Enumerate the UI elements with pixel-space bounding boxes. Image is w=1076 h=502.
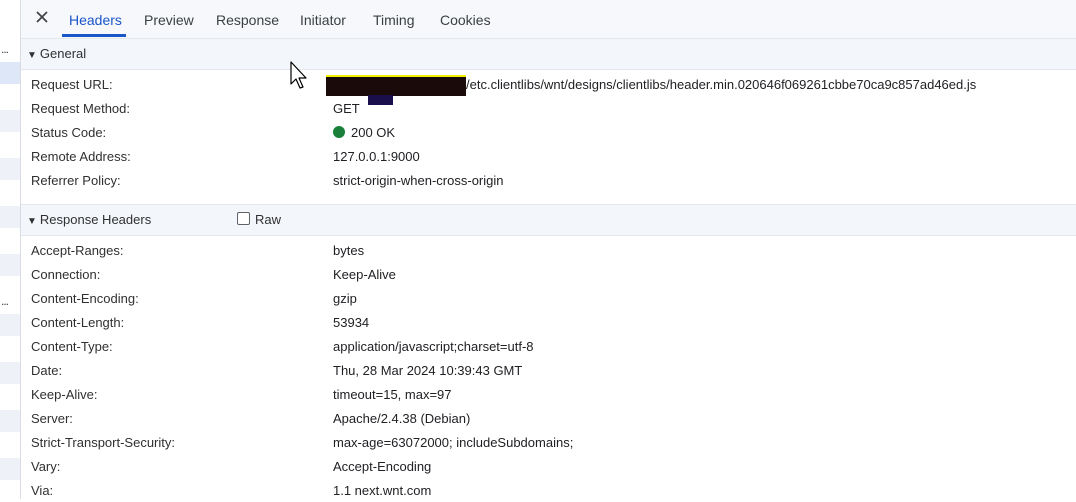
header-key: Date: <box>31 363 63 378</box>
mouse-cursor-icon <box>289 61 311 94</box>
general-row: Remote Address: 127.0.0.1:9000 <box>31 144 1076 168</box>
redaction-mark <box>368 95 393 105</box>
list-item[interactable] <box>0 386 20 408</box>
tab-initiator[interactable]: Initiator <box>300 12 346 28</box>
header-key: Content-Type: <box>31 339 113 354</box>
remote-address-key: Remote Address: <box>31 149 131 164</box>
tab-preview[interactable]: Preview <box>144 12 194 28</box>
list-item[interactable] <box>0 434 20 456</box>
general-section-title: ▼ General <box>27 46 86 61</box>
tab-timing[interactable]: Timing <box>373 12 415 28</box>
response-headers-section-title: ▼ Response Headers <box>27 212 151 227</box>
list-item[interactable] <box>0 86 20 108</box>
list-item[interactable] <box>0 182 20 204</box>
list-item[interactable] <box>0 314 20 336</box>
list-item[interactable] <box>0 158 20 180</box>
list-item[interactable] <box>0 0 20 22</box>
response-header-row: Via: 1.1 next.wnt.com <box>31 478 1076 502</box>
general-row: Status Code: 200 OK <box>31 120 1076 144</box>
list-item[interactable] <box>0 458 20 480</box>
header-key: Content-Length: <box>31 315 125 330</box>
remote-address-value: 127.0.0.1:9000 <box>333 149 420 164</box>
header-key: Keep-Alive: <box>31 387 98 402</box>
request-list-strip[interactable]: ... ... <box>0 0 21 499</box>
redaction-mark <box>326 75 466 96</box>
triangle-down-icon: ▼ <box>27 216 37 227</box>
response-header-row: Content-Encoding: gzip <box>31 286 1076 310</box>
header-value: Keep-Alive <box>333 267 396 282</box>
header-key: Server: <box>31 411 73 426</box>
response-header-row: Content-Length: 53934 <box>31 310 1076 334</box>
general-row: Request Method: GET <box>31 96 1076 120</box>
header-value: timeout=15, max=97 <box>333 387 452 402</box>
response-header-row: Date: Thu, 28 Mar 2024 10:39:43 GMT <box>31 358 1076 382</box>
header-value: 53934 <box>333 315 370 330</box>
tab-response[interactable]: Response <box>216 12 279 28</box>
header-value: application/javascript;charset=utf-8 <box>333 339 534 354</box>
list-item[interactable] <box>0 254 20 276</box>
list-item[interactable] <box>0 134 20 156</box>
header-value: Accept-Encoding <box>333 459 432 474</box>
list-item[interactable] <box>0 338 20 360</box>
raw-label: Raw <box>255 212 282 227</box>
request-method-key: Request Method: <box>31 101 131 116</box>
header-value: Apache/2.4.38 (Debian) <box>333 411 471 426</box>
header-key: Connection: <box>31 267 101 282</box>
header-key: Accept-Ranges: <box>31 243 124 258</box>
ellipsis: ... <box>1 294 9 308</box>
header-value: max-age=63072000; includeSubdomains; <box>333 435 574 450</box>
general-title-text: General <box>39 46 87 61</box>
status-code-text: 200 OK <box>351 125 396 140</box>
response-header-row: Keep-Alive: timeout=15, max=97 <box>31 382 1076 406</box>
request-url-key: Request URL: <box>31 77 113 92</box>
list-item[interactable] <box>0 110 20 132</box>
response-header-row: Server: Apache/2.4.38 (Debian) <box>31 406 1076 430</box>
triangle-down-icon: ▼ <box>27 50 37 61</box>
header-value: gzip <box>333 291 357 306</box>
response-header-row: Strict-Transport-Security: max-age=63072… <box>31 430 1076 454</box>
list-item[interactable]: ... <box>0 290 20 312</box>
response-headers-section-header[interactable]: ▼ Response Headers Raw <box>21 204 1076 236</box>
active-tab-indicator <box>62 34 126 37</box>
status-ok-dot-icon <box>333 126 345 138</box>
raw-toggle[interactable]: Raw <box>237 212 281 227</box>
general-row: Referrer Policy: strict-origin-when-cros… <box>31 168 1076 192</box>
header-key: Vary: <box>31 459 61 474</box>
header-key: Strict-Transport-Security: <box>31 435 175 450</box>
header-key: Via: <box>31 483 54 498</box>
list-item[interactable] <box>0 410 20 432</box>
details-tab-bar: Headers Preview Response Initiator Timin… <box>21 0 1076 39</box>
header-value: Thu, 28 Mar 2024 10:39:43 GMT <box>333 363 523 378</box>
tab-headers[interactable]: Headers <box>69 12 122 28</box>
header-key: Content-Encoding: <box>31 291 139 306</box>
list-item[interactable] <box>0 206 20 228</box>
response-header-row: Connection: Keep-Alive <box>31 262 1076 286</box>
raw-checkbox[interactable] <box>237 212 250 225</box>
response-headers-title-text: Response Headers <box>39 212 152 227</box>
list-item[interactable]: ... <box>0 38 20 60</box>
request-method-value: GET <box>333 101 360 116</box>
header-value: 1.1 next.wnt.com <box>333 483 432 498</box>
status-code-value: 200 OK <box>333 125 395 140</box>
response-header-row: Accept-Ranges: bytes <box>31 238 1076 262</box>
tab-cookies[interactable]: Cookies <box>440 12 491 28</box>
cursor-arrow-glyph <box>290 61 307 89</box>
response-header-row: Content-Type: application/javascript;cha… <box>31 334 1076 358</box>
general-row: Request URL: /etc.clientlibs/wnt/designs… <box>31 72 1076 96</box>
ellipsis: ... <box>1 42 9 56</box>
response-header-row: Vary: Accept-Encoding <box>31 454 1076 478</box>
list-item-selected[interactable] <box>0 62 20 84</box>
close-icon-glyph <box>36 11 48 23</box>
general-section-header[interactable]: ▼ General <box>21 38 1076 70</box>
list-item[interactable] <box>0 230 20 252</box>
header-value: bytes <box>333 243 365 258</box>
referrer-policy-key: Referrer Policy: <box>31 173 121 188</box>
list-item[interactable] <box>0 362 20 384</box>
request-url-value: /etc.clientlibs/wnt/designs/clientlibs/h… <box>466 77 977 92</box>
status-code-key: Status Code: <box>31 125 107 140</box>
referrer-policy-value: strict-origin-when-cross-origin <box>333 173 504 188</box>
close-icon[interactable] <box>33 9 51 27</box>
